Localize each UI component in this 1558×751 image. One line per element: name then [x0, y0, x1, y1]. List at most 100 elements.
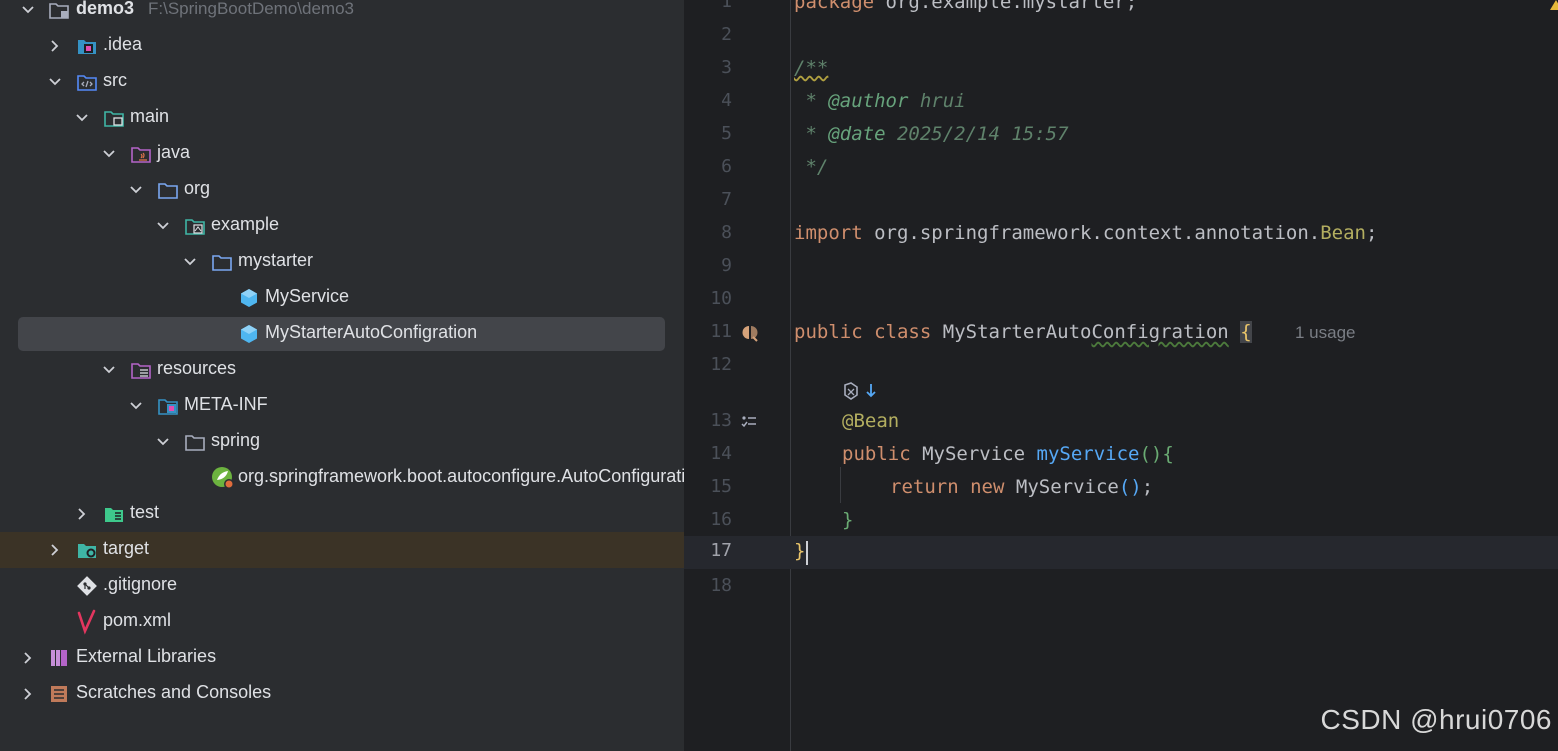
tree-item-label: .gitignore: [103, 574, 178, 594]
line-number: 11: [710, 321, 732, 342]
project-path: F:\SpringBootDemo\demo3: [148, 0, 354, 18]
tree-item-label: resources: [157, 358, 237, 378]
chevron-down-icon[interactable]: [101, 146, 117, 162]
chevron-down-icon[interactable]: [128, 182, 144, 198]
folder-icon: [184, 431, 206, 453]
line-number: 16: [710, 509, 732, 530]
tree-item-src[interactable]: src: [0, 64, 684, 100]
tree-item-label: java: [157, 142, 191, 162]
package-folder-icon: [211, 251, 233, 273]
code-line[interactable]: 15 return new MyService();: [684, 472, 1558, 505]
chevron-down-icon[interactable]: [101, 362, 117, 378]
chevron-down-icon[interactable]: [128, 398, 144, 414]
code-line[interactable]: 18: [684, 571, 1558, 604]
comment-text: 2025/2/14 15:57: [885, 123, 1069, 145]
line-number: 17: [710, 540, 732, 561]
chevron-down-icon[interactable]: [74, 110, 90, 126]
chevron-right-icon[interactable]: [20, 650, 36, 666]
tree-item-external-libraries[interactable]: External Libraries: [0, 640, 684, 676]
code-line[interactable]: 13 @Bean: [684, 406, 1558, 439]
tree-item-autoconfiguration-imports[interactable]: org.springframework.boot.autoconfigure.A…: [0, 460, 684, 496]
punctuation: ;: [1141, 476, 1154, 498]
code-text: @Bean: [842, 410, 899, 432]
code-line[interactable]: 11 public class MyStarterAutoConfigratio…: [684, 317, 1558, 350]
tree-item-main[interactable]: main: [0, 100, 684, 136]
class-name-typo: Configration: [1091, 321, 1229, 343]
code-line-current[interactable]: 17 }: [684, 536, 1558, 569]
tree-item-label: demo3: [76, 0, 135, 18]
tree-item-gitignore[interactable]: .gitignore: [0, 568, 684, 604]
code-line[interactable]: 16 }: [684, 505, 1558, 538]
code-editor[interactable]: 1 package org.example.mystarter; 2 3 /**…: [684, 0, 1558, 751]
tree-item-example[interactable]: example: [0, 208, 684, 244]
usage-hint[interactable]: 1 usage: [1295, 323, 1356, 343]
line-number: 9: [721, 255, 732, 276]
chevron-down-icon[interactable]: [182, 254, 198, 270]
tree-item-demo3[interactable]: demo3 F:\SpringBootDemo\demo3: [0, 0, 684, 28]
source-root-folder-icon: [76, 71, 98, 93]
code-line[interactable]: 7: [684, 185, 1558, 218]
chevron-right-icon[interactable]: [47, 38, 63, 54]
tree-item-resources[interactable]: resources: [0, 352, 684, 388]
tree-item-pom-xml[interactable]: pom.xml: [0, 604, 684, 640]
tree-item-org[interactable]: org: [0, 172, 684, 208]
project-tree-panel: demo3 F:\SpringBootDemo\demo3 .idea src …: [0, 0, 684, 751]
keyword: public: [794, 321, 863, 343]
tree-item-scratches-and-consoles[interactable]: Scratches and Consoles: [0, 676, 684, 712]
chevron-down-icon[interactable]: [47, 74, 63, 90]
tree-item-idea[interactable]: .idea: [0, 28, 684, 64]
tree-item-label: pom.xml: [103, 610, 172, 630]
tree-item-label: spring: [211, 430, 261, 450]
chevron-down-icon[interactable]: [155, 218, 171, 234]
tree-item-target[interactable]: target: [0, 532, 684, 568]
code-text: * @date 2025/2/14 15:57: [794, 123, 1069, 145]
tree-item-label: target: [103, 538, 150, 558]
line-number: 6: [721, 156, 732, 177]
bean-list-icon[interactable]: [740, 412, 760, 432]
brace: }: [842, 509, 854, 531]
tree-item-test[interactable]: test: [0, 496, 684, 532]
line-number: 18: [710, 575, 732, 596]
chevron-right-icon[interactable]: [74, 506, 90, 522]
tree-item-java[interactable]: java: [0, 136, 684, 172]
code-text: import org.springframework.context.annot…: [794, 222, 1377, 244]
tree-item-meta-inf[interactable]: META-INF: [0, 388, 684, 424]
code-line[interactable]: 2: [684, 20, 1558, 53]
keyword: import: [794, 222, 863, 244]
excluded-folder-icon: [76, 539, 98, 561]
comment-text: hrui: [908, 90, 966, 112]
tree-item-label: META-INF: [184, 394, 268, 414]
line-number: 3: [721, 57, 732, 78]
code-text: public MyService myService(){: [842, 443, 1174, 465]
code-line[interactable]: 9: [684, 251, 1558, 284]
tree-item-mystarterautoconfigration[interactable]: MyStarterAutoConfigration: [0, 316, 684, 352]
tree-item-mystarter[interactable]: mystarter: [0, 244, 684, 280]
chevron-right-icon[interactable]: [20, 686, 36, 702]
chevron-right-icon[interactable]: [47, 542, 63, 558]
code-line[interactable]: 12: [684, 350, 1558, 383]
warning-icon[interactable]: [1550, 0, 1558, 10]
comment-text: *: [794, 90, 829, 112]
code-line[interactable]: 8 import org.springframework.context.ann…: [684, 218, 1558, 251]
code-line[interactable]: 6 */: [684, 152, 1558, 185]
spring-file-icon: [210, 465, 236, 491]
chevron-down-icon[interactable]: [155, 434, 171, 450]
tree-item-label: .idea: [103, 34, 143, 54]
parentheses: (): [1139, 443, 1163, 465]
code-line[interactable]: 4 * @author hrui: [684, 86, 1558, 119]
tree-item-myservice[interactable]: MyService: [0, 280, 684, 316]
code-line[interactable]: 10: [684, 284, 1558, 317]
comment-text: */: [794, 156, 829, 178]
bean-inlay-hints[interactable]: [842, 381, 882, 407]
code-text: return new MyService();: [890, 476, 1153, 498]
keyword: public: [842, 443, 911, 465]
tree-item-spring[interactable]: spring: [0, 424, 684, 460]
implemented-marker-icon[interactable]: [740, 323, 760, 343]
tree-item-label: example: [211, 214, 280, 234]
code-line[interactable]: 14 public MyService myService(){: [684, 439, 1558, 472]
code-line[interactable]: 3 /**: [684, 53, 1558, 86]
code-line[interactable]: 5 * @date 2025/2/14 15:57: [684, 119, 1558, 152]
code-line[interactable]: 1 package org.example.mystarter;: [684, 0, 1558, 20]
module-folder-icon: [48, 0, 70, 21]
chevron-down-icon[interactable]: [20, 2, 36, 18]
